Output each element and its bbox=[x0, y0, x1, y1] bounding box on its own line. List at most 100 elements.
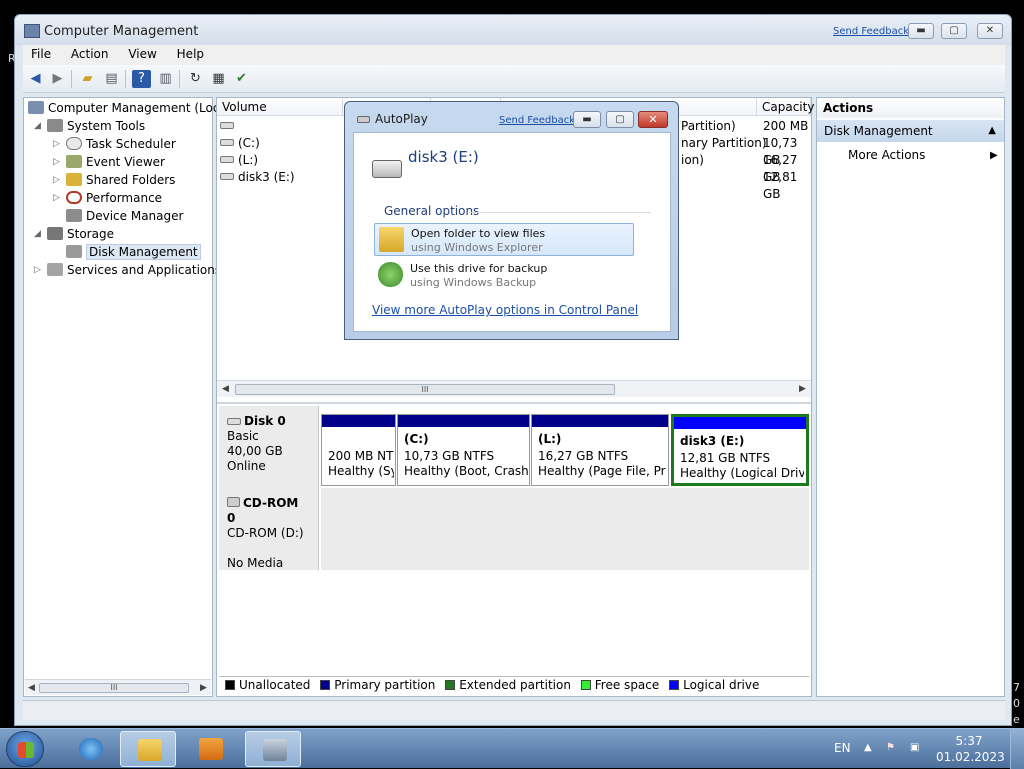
capacity-cell: 16,27 GB bbox=[763, 153, 798, 184]
tree-item-event-viewer[interactable]: Event Viewer bbox=[66, 153, 165, 171]
partition-l[interactable]: (L:) 16,27 GB NTFS Healthy (Page File, P… bbox=[531, 414, 669, 486]
settings-icon[interactable]: ✔ bbox=[232, 70, 251, 88]
menu-file[interactable]: File bbox=[23, 45, 59, 61]
expand-icon[interactable]: ▷ bbox=[53, 157, 60, 167]
tree-item-device-manager[interactable]: Device Manager bbox=[66, 207, 183, 225]
autoplay-send-feedback-link[interactable]: Send Feedback bbox=[499, 115, 575, 126]
backup-icon bbox=[378, 262, 403, 287]
event-viewer-icon bbox=[66, 155, 82, 168]
actions-section-disk-management[interactable]: Disk Management ▲ bbox=[817, 120, 1004, 142]
tree-item-performance[interactable]: Performance bbox=[66, 189, 162, 207]
expand-icon[interactable]: ▷ bbox=[53, 175, 60, 185]
clock-time: 5:37 bbox=[955, 734, 983, 748]
scroll-left-icon[interactable]: ◀ bbox=[222, 384, 229, 394]
status-bar bbox=[23, 700, 1005, 720]
tree-item-disk-management[interactable]: Disk Management bbox=[66, 243, 201, 261]
drive-icon bbox=[220, 173, 234, 180]
removable-drive-icon bbox=[372, 160, 402, 178]
collapse-icon[interactable]: ◢ bbox=[34, 229, 41, 239]
partition-system-reserved[interactable]: 200 MB NTI Healthy (Sy bbox=[321, 414, 396, 486]
clock[interactable]: 5:37 01.02.2023 bbox=[936, 733, 1005, 765]
refresh-icon[interactable]: ↻ bbox=[186, 70, 205, 88]
drive-icon bbox=[220, 122, 234, 129]
language-indicator[interactable]: EN bbox=[834, 741, 851, 755]
tree-horizontal-scrollbar[interactable]: ◀ III ▶ bbox=[25, 679, 211, 695]
show-hide-tree-icon[interactable]: ▤ bbox=[102, 70, 121, 88]
cdrom-0-label[interactable]: CD-ROM 0 CD-ROM (D:) No Media bbox=[219, 488, 319, 570]
scroll-right-icon[interactable]: ▶ bbox=[799, 384, 806, 394]
media-player-icon bbox=[199, 738, 223, 760]
volume-row[interactable] bbox=[220, 118, 238, 135]
computer-management-icon bbox=[24, 24, 40, 38]
open-folder-option[interactable]: Open folder to view files using Windows … bbox=[374, 223, 634, 256]
section-divider bbox=[469, 212, 651, 213]
expand-icon[interactable]: ▷ bbox=[34, 265, 41, 275]
disk-0-label[interactable]: Disk 0 Basic 40,00 GB Online bbox=[219, 406, 319, 488]
expand-icon[interactable]: ▷ bbox=[53, 193, 60, 203]
more-autoplay-options-link[interactable]: View more AutoPlay options in Control Pa… bbox=[372, 303, 638, 317]
taskbar-media-player[interactable] bbox=[182, 731, 238, 767]
collapse-up-icon[interactable]: ▲ bbox=[988, 120, 996, 142]
menu-view[interactable]: View bbox=[120, 45, 164, 61]
scroll-thumb[interactable]: III bbox=[235, 384, 615, 395]
tree-item-system-tools[interactable]: System Tools bbox=[47, 117, 145, 135]
autoplay-close-button[interactable]: ✕ bbox=[638, 111, 668, 128]
up-folder-icon[interactable]: ▰ bbox=[78, 70, 97, 88]
tree-item-computer-management[interactable]: Computer Management (Local bbox=[28, 99, 230, 117]
show-desktop-button[interactable] bbox=[1010, 729, 1024, 769]
network-icon[interactable]: ▣ bbox=[910, 742, 919, 753]
show-hide-action-pane-icon[interactable]: ▥ bbox=[156, 70, 175, 88]
title-bar[interactable]: Computer Management Send Feedback ▬ ▢ ✕ bbox=[15, 15, 1011, 45]
taskbar-computer-management[interactable] bbox=[245, 731, 301, 767]
taskbar: EN ▲ ⚑ ▣ 5:37 01.02.2023 bbox=[0, 728, 1024, 769]
navigation-tree: Computer Management (Local ◢ System Tool… bbox=[23, 97, 230, 697]
autoplay-minimize-button[interactable]: ▬ bbox=[573, 111, 601, 128]
taskbar-internet-explorer[interactable] bbox=[62, 731, 118, 767]
backup-option[interactable]: Use this drive for backup using Windows … bbox=[374, 259, 634, 292]
computer-management-icon bbox=[263, 739, 287, 761]
autoplay-drive-icon bbox=[357, 116, 370, 123]
autoplay-disk-name: disk3 (E:) bbox=[408, 148, 479, 166]
capacity-cell: 200 MB bbox=[763, 119, 809, 133]
tree-item-shared-folders[interactable]: Shared Folders bbox=[66, 171, 175, 189]
hard-disk-icon bbox=[227, 418, 241, 425]
menu-action[interactable]: Action bbox=[63, 45, 117, 61]
minimize-button[interactable]: ▬ bbox=[908, 23, 934, 39]
system-tools-icon bbox=[47, 119, 63, 132]
cdrom-0-media-area[interactable] bbox=[321, 488, 809, 570]
folder-icon bbox=[138, 739, 162, 761]
volume-row[interactable]: disk3 (E:) bbox=[220, 169, 295, 186]
submenu-arrow-icon[interactable]: ▶ bbox=[990, 150, 998, 161]
help-icon[interactable]: ? bbox=[132, 70, 151, 88]
more-actions-item[interactable]: More Actions bbox=[848, 148, 925, 162]
start-button[interactable] bbox=[6, 731, 44, 767]
volume-list-horizontal-scrollbar[interactable]: ◀ III ▶ bbox=[217, 380, 811, 397]
taskbar-windows-explorer[interactable] bbox=[120, 731, 176, 767]
column-header-volume[interactable]: Volume bbox=[217, 98, 343, 116]
tree-item-storage[interactable]: Storage bbox=[47, 225, 114, 243]
close-button[interactable]: ✕ bbox=[977, 23, 1003, 39]
send-feedback-link[interactable]: Send Feedback bbox=[833, 26, 909, 37]
action-center-flag-icon[interactable]: ⚑ bbox=[886, 742, 895, 753]
partition-disk3-e[interactable]: disk3 (E:) 12,81 GB NTFS Healthy (Logica… bbox=[671, 414, 809, 486]
toolbar: ◀ ▶ ▰ ▤ ? ▥ ↻ ▦ ✔ bbox=[23, 65, 1005, 93]
volume-row[interactable]: (C:) bbox=[220, 135, 260, 152]
autoplay-maximize-button[interactable]: ▢ bbox=[606, 111, 634, 128]
tree-item-services-applications[interactable]: Services and Applications bbox=[47, 261, 221, 279]
menu-help[interactable]: Help bbox=[169, 45, 212, 61]
column-header-capacity[interactable]: Capacity bbox=[757, 98, 814, 116]
scroll-thumb[interactable]: III bbox=[39, 683, 189, 693]
expand-icon[interactable]: ▷ bbox=[53, 139, 60, 149]
maximize-button[interactable]: ▢ bbox=[941, 23, 967, 39]
back-icon[interactable]: ◀ bbox=[26, 70, 45, 88]
volume-row[interactable]: (L:) bbox=[220, 152, 258, 169]
tree-item-task-scheduler[interactable]: Task Scheduler bbox=[66, 135, 176, 153]
windows-logo-icon bbox=[18, 742, 34, 758]
forward-icon[interactable]: ▶ bbox=[48, 70, 67, 88]
scroll-left-icon[interactable]: ◀ bbox=[28, 683, 35, 693]
partition-c[interactable]: (C:) 10,73 GB NTFS Healthy (Boot, Crash … bbox=[397, 414, 530, 486]
collapse-icon[interactable]: ◢ bbox=[34, 121, 41, 131]
show-hidden-icons-icon[interactable]: ▲ bbox=[864, 742, 872, 753]
scroll-right-icon[interactable]: ▶ bbox=[200, 683, 207, 693]
properties-icon[interactable]: ▦ bbox=[209, 70, 228, 88]
